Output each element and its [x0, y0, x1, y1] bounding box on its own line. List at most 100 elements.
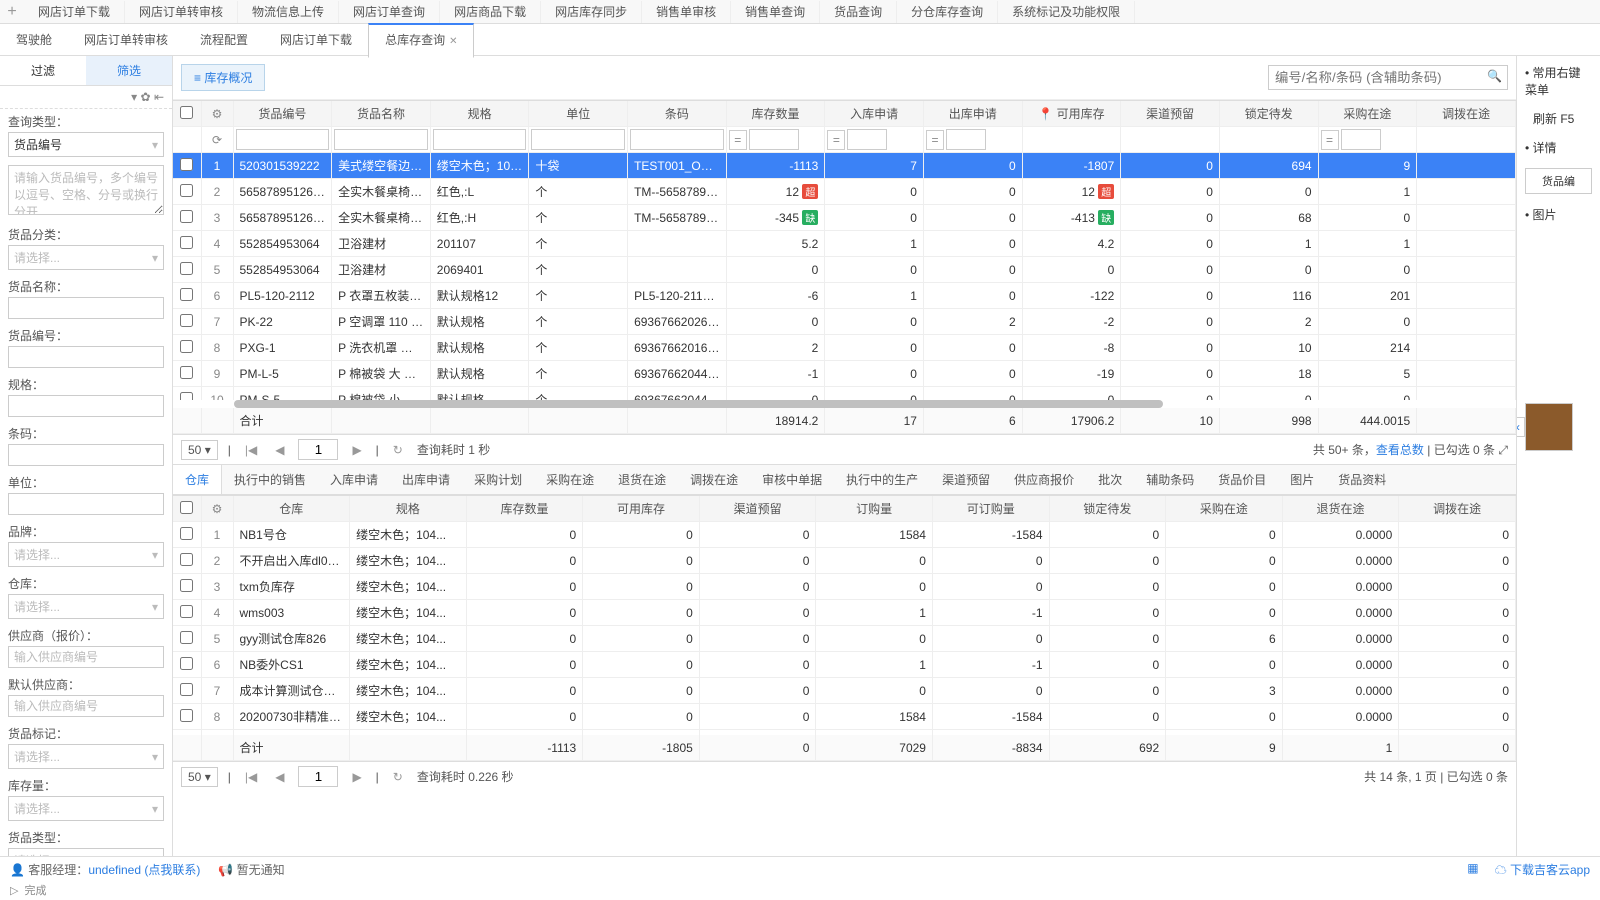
top-tab[interactable]: 分仓库存查询: [897, 1, 998, 23]
prev-page-button[interactable]: ◀: [271, 443, 288, 457]
refresh-menu-item[interactable]: 刷新 F5: [1533, 110, 1592, 127]
main-tab[interactable]: 驾驶舱: [0, 25, 68, 55]
table-row[interactable]: 820200730非精准仓库缕空木色；104...0001584-1584000…: [173, 704, 1516, 730]
column-header[interactable]: 出库申请: [923, 101, 1022, 127]
column-header[interactable]: 库存数量: [466, 496, 583, 522]
table-row[interactable]: 7PK-22P 空调罩 110 四叶...默认规格个69367662026520…: [173, 309, 1516, 335]
spec-input[interactable]: [8, 395, 164, 417]
dropdown-icon[interactable]: ▾: [131, 90, 137, 104]
top-tab[interactable]: 销售单查询: [731, 1, 820, 23]
table-row[interactable]: 1520301539222美式缕空餐边柜 ... 批缕空木色；104...十袋T…: [173, 153, 1516, 179]
table-row[interactable]: 25658789512651全实木餐桌椅组合 ...红色,:L个TM--5658…: [173, 179, 1516, 205]
sub-tab[interactable]: 审核中单据: [750, 465, 834, 494]
inv-select[interactable]: 请选择...▾: [8, 796, 164, 821]
sub-tab[interactable]: 出库申请: [390, 465, 462, 494]
play-icon[interactable]: ▷: [10, 884, 18, 897]
main-tab[interactable]: 流程配置: [184, 25, 264, 55]
product-thumbnail[interactable]: [1525, 403, 1573, 451]
page-size-select-2[interactable]: 50 ▾: [181, 767, 218, 787]
sub-tab[interactable]: 渠道预留: [930, 465, 1002, 494]
code-input[interactable]: [8, 346, 164, 368]
page-input[interactable]: [298, 439, 338, 460]
sub-tab[interactable]: 货品资料: [1326, 465, 1398, 494]
top-tab[interactable]: 销售单审核: [642, 1, 731, 23]
manager-link[interactable]: undefined (点我联系): [88, 863, 200, 877]
main-tab[interactable]: 网店订单转审核: [68, 25, 184, 55]
sub-tab[interactable]: 批次: [1086, 465, 1134, 494]
select-all-checkbox[interactable]: [180, 106, 193, 119]
first-page-button[interactable]: |◀: [241, 443, 261, 457]
top-tab[interactable]: 网店库存同步: [541, 1, 642, 23]
column-header[interactable]: 采购在途: [1318, 101, 1417, 127]
table-row[interactable]: 10PM-S-5P 棉被袋 小 四叶草默认规格个6936766204403000…: [173, 387, 1516, 401]
main-tab[interactable]: 网店订单下载: [264, 25, 368, 55]
column-header[interactable]: 采购在途: [1166, 496, 1283, 522]
sub-tab[interactable]: 供应商报价: [1002, 465, 1086, 494]
column-header[interactable]: 单位: [529, 101, 628, 127]
refresh-icon[interactable]: ⟳: [212, 133, 222, 147]
refresh-button-2[interactable]: ↻: [389, 770, 407, 784]
column-header[interactable]: 规格: [430, 101, 529, 127]
sub-tab[interactable]: 入库申请: [318, 465, 390, 494]
table-row[interactable]: 7成本计算测试仓库001缕空木色；104...00000030.00000: [173, 678, 1516, 704]
sub-tab[interactable]: 辅助条码: [1134, 465, 1206, 494]
top-tab[interactable]: 网店订单转审核: [125, 1, 238, 23]
table-row[interactable]: 4552854953064卫浴建材201107个5.2104.2011: [173, 231, 1516, 257]
sub-tab[interactable]: 图片: [1278, 465, 1326, 494]
column-header[interactable]: 条码: [628, 101, 727, 127]
add-tab-button[interactable]: +: [0, 3, 24, 21]
page-size-select[interactable]: 50 ▾: [181, 440, 218, 460]
category-select[interactable]: 请选择...▾: [8, 245, 164, 270]
column-header[interactable]: 入库申请: [825, 101, 924, 127]
expand-icon[interactable]: ⤢: [1498, 443, 1508, 457]
sub-tab[interactable]: 采购计划: [462, 465, 534, 494]
name-input[interactable]: [8, 297, 164, 319]
column-header[interactable]: 调拨在途: [1417, 101, 1516, 127]
column-header[interactable]: 货品编号: [233, 101, 332, 127]
table-row[interactable]: 5gyy测试仓库826缕空木色；104...00000060.00000: [173, 626, 1516, 652]
table-row[interactable]: 9PM-L-5P 棉被袋 大 四叶草默认规格个6936766204441-100…: [173, 361, 1516, 387]
gear-icon[interactable]: ⚙: [212, 107, 223, 121]
column-header[interactable]: 退货在途: [1282, 496, 1399, 522]
table-row[interactable]: 35658789512651全实木餐桌椅组合 ...红色,:H个TM--5658…: [173, 205, 1516, 231]
qr-icon[interactable]: ▦: [1467, 861, 1478, 878]
next-page-button-2[interactable]: ▶: [348, 770, 365, 784]
unit-input[interactable]: [8, 493, 164, 515]
top-tab[interactable]: 物流信息上传: [238, 1, 339, 23]
gear-icon[interactable]: ⚙: [212, 502, 223, 516]
gear-icon[interactable]: ✿: [141, 90, 151, 104]
top-tab[interactable]: 网店商品下载: [440, 1, 541, 23]
table-row[interactable]: 5552854953064卫浴建材2069401个0000000: [173, 257, 1516, 283]
column-header[interactable]: 渠道预留: [1121, 101, 1220, 127]
sub-tab[interactable]: 调拨在途: [678, 465, 750, 494]
column-header[interactable]: 可用库存: [583, 496, 700, 522]
tab-select[interactable]: 筛选: [86, 56, 172, 85]
tag-select[interactable]: 请选择...▾: [8, 744, 164, 769]
next-page-button[interactable]: ▶: [348, 443, 365, 457]
column-header[interactable]: 规格: [350, 496, 467, 522]
default-supplier-input[interactable]: [8, 695, 164, 717]
top-tab[interactable]: 货品查询: [820, 1, 897, 23]
column-header[interactable]: 库存数量: [726, 101, 825, 127]
refresh-button[interactable]: ↻: [389, 443, 407, 457]
top-tab[interactable]: 系统标记及功能权限: [998, 1, 1135, 23]
column-header[interactable]: 货品名称: [332, 101, 431, 127]
table-row[interactable]: 8PXG-1P 洗衣机罩 滚筒 几何默认规格个6936766201686200-…: [173, 335, 1516, 361]
search-input[interactable]: [1268, 65, 1508, 90]
sub-tab[interactable]: 退货在途: [606, 465, 678, 494]
barcode-input[interactable]: [8, 444, 164, 466]
view-total-link[interactable]: 查看总数: [1376, 443, 1424, 457]
column-header[interactable]: 仓库: [233, 496, 350, 522]
close-icon[interactable]: ✕: [449, 36, 457, 47]
top-tab[interactable]: 网店订单查询: [339, 1, 440, 23]
table-row[interactable]: 2不开启出入库dl0002缕空木色；104...00000000.00000: [173, 548, 1516, 574]
supplier-input[interactable]: [8, 646, 164, 668]
page-input-2[interactable]: [298, 766, 338, 787]
column-header[interactable]: 渠道预留: [699, 496, 816, 522]
column-header[interactable]: 锁定待发: [1049, 496, 1166, 522]
sub-tab[interactable]: 执行中的销售: [222, 465, 318, 494]
table-row[interactable]: 6NB委外CS1缕空木色；104...0001-1000.00000: [173, 652, 1516, 678]
table-row[interactable]: 3txm负库存缕空木色；104...00000000.00000: [173, 574, 1516, 600]
code-textarea[interactable]: [8, 165, 164, 215]
sub-tab[interactable]: 仓库: [173, 465, 222, 494]
